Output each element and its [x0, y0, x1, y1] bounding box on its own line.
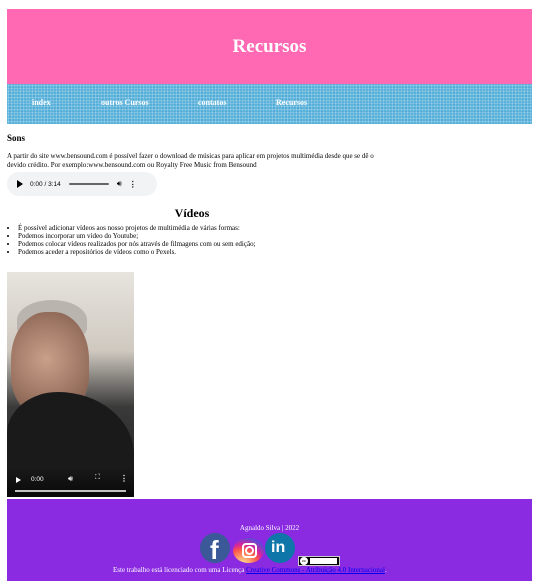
- nav-item-contatos[interactable]: contatos: [198, 98, 226, 107]
- videos-list: É possível adicionar vídeos aos nosso pr…: [7, 224, 256, 256]
- creative-commons-badge[interactable]: cc: [298, 556, 340, 566]
- instagram-icon[interactable]: [233, 538, 264, 563]
- list-item: Podemos incorporar um vídeo do Youtube;: [18, 232, 256, 240]
- license-text: Este trabalho está licenciado com uma Li…: [113, 566, 387, 574]
- video-player[interactable]: 0:00 🔊︎ ⛶ ⋮: [7, 272, 134, 497]
- more-options-icon[interactable]: ⋮: [129, 180, 137, 189]
- license-suffix: .: [384, 566, 387, 574]
- license-link[interactable]: Creative Commons - Atribuição 4.0 Intern…: [246, 566, 385, 574]
- video-time: 0:00: [31, 476, 44, 483]
- play-icon[interactable]: [17, 180, 23, 188]
- page-title: Recursos: [232, 35, 307, 57]
- page-header: Recursos: [7, 9, 532, 84]
- page-footer: Agnaldo Silva | 2022 f in cc Este trabal…: [7, 499, 532, 581]
- list-item: Podemos colocar vídeos realizados por nó…: [18, 240, 256, 248]
- list-item: É possível adicionar vídeos aos nosso pr…: [18, 224, 256, 232]
- volume-icon[interactable]: 🔊︎: [117, 179, 122, 189]
- video-volume-icon[interactable]: 🔊︎: [68, 474, 73, 484]
- audio-progress-bar[interactable]: [68, 183, 109, 185]
- fullscreen-icon[interactable]: ⛶: [95, 474, 100, 482]
- audio-time: 0:00 / 3:14: [30, 180, 61, 188]
- sons-heading: Sons: [7, 133, 26, 143]
- video-more-options-icon[interactable]: ⋮: [120, 474, 128, 483]
- list-item: Podemos aceder a repositórios de vídeos …: [18, 248, 256, 256]
- footer-credit: Agnaldo Silva | 2022: [239, 524, 300, 532]
- nav-bar: index outros Cursos contatos Recursos: [7, 84, 532, 124]
- video-controls: 0:00 🔊︎ ⛶ ⋮: [7, 467, 134, 497]
- nav-item-recursos[interactable]: Recursos: [276, 98, 307, 107]
- facebook-icon[interactable]: f: [200, 533, 230, 565]
- nav-item-index[interactable]: index: [32, 98, 51, 107]
- video-progress-bar[interactable]: [15, 490, 126, 492]
- linkedin-icon[interactable]: in: [265, 533, 295, 563]
- license-prefix: Este trabalho está licenciado com uma Li…: [113, 566, 247, 574]
- audio-player[interactable]: 0:00 / 3:14 🔊︎ ⋮: [7, 172, 157, 196]
- sons-paragraph: A partir do site www.bensound.com é poss…: [7, 152, 374, 169]
- videos-heading: Vídeos: [174, 206, 210, 220]
- nav-item-outros-cursos[interactable]: outros Cursos: [101, 98, 149, 107]
- video-play-icon[interactable]: [16, 477, 21, 483]
